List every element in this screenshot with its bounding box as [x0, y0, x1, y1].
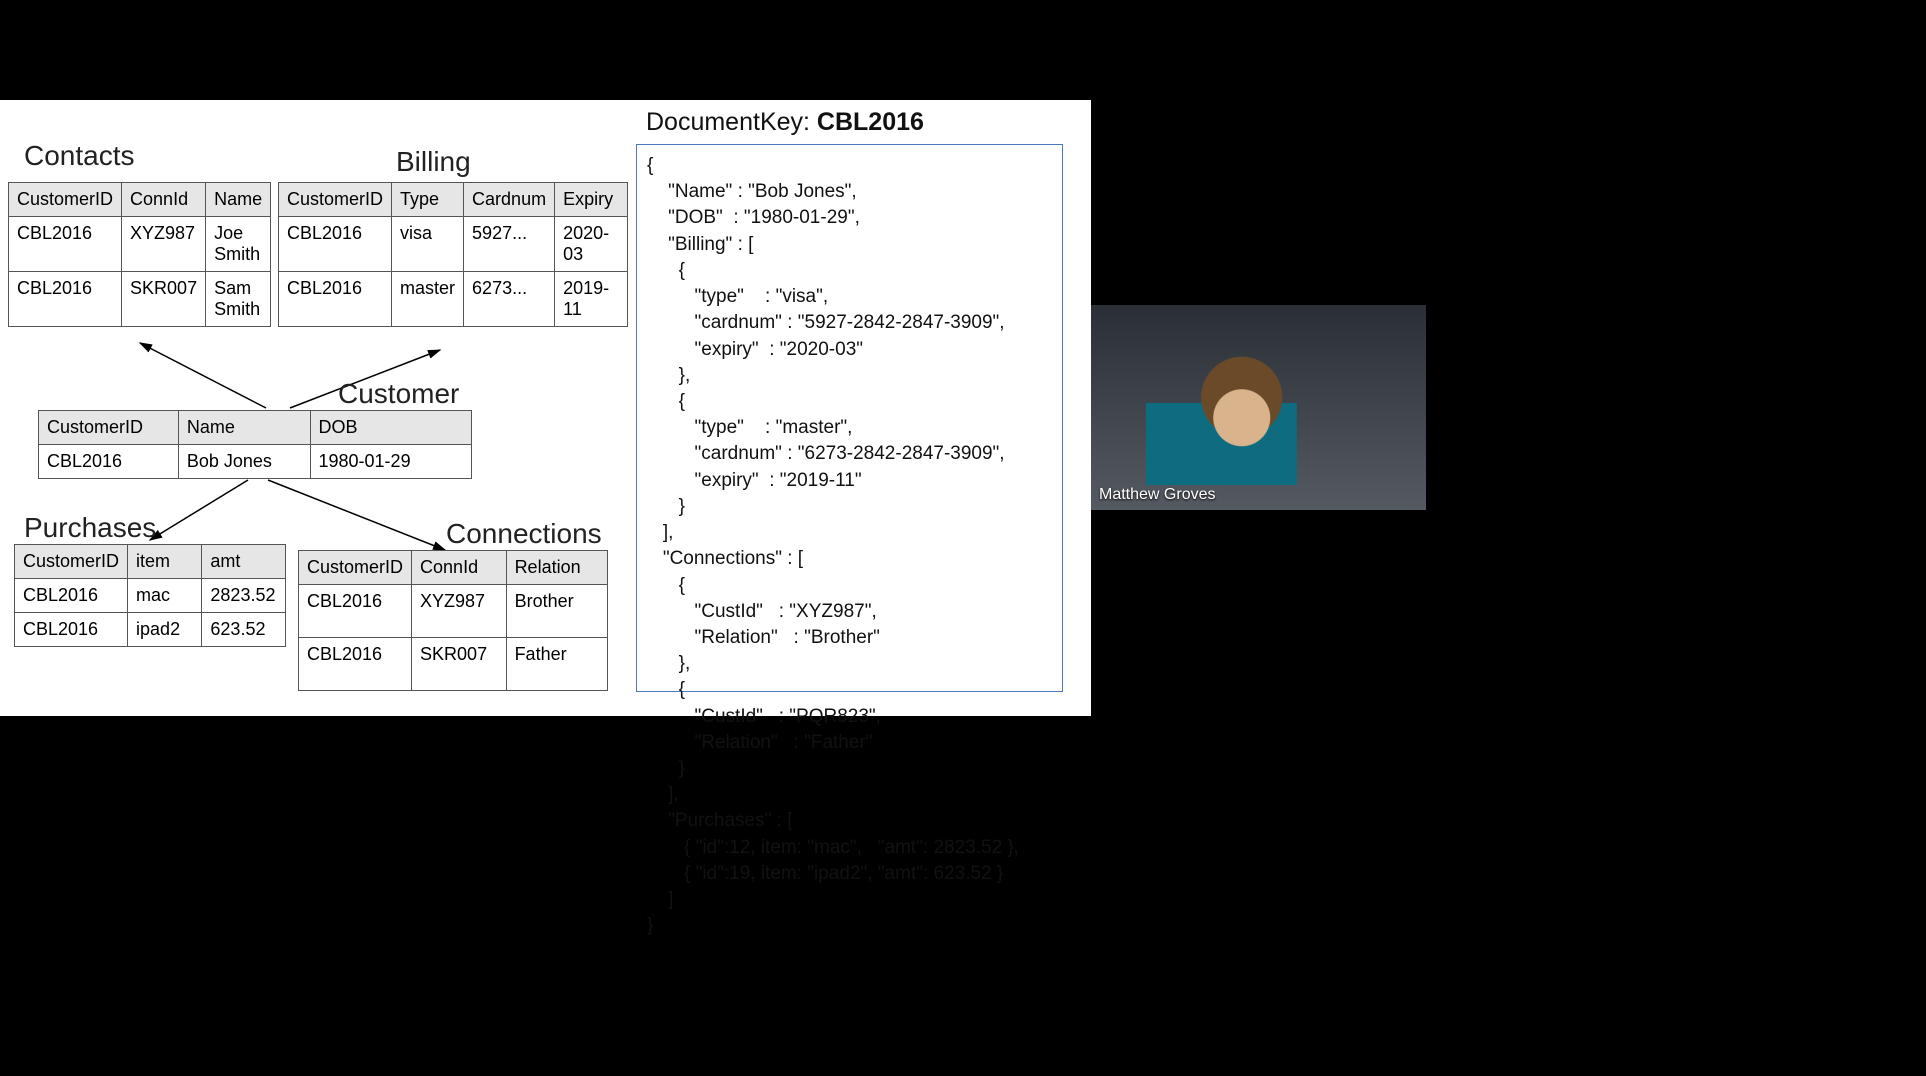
cell: 1980-01-29	[310, 445, 472, 479]
cell: 2019-11	[555, 272, 628, 327]
contacts-h2: Name	[206, 183, 271, 217]
cell: Father	[506, 638, 607, 691]
cell: CBL2016	[299, 585, 412, 638]
contacts-table: CustomerID ConnId Name CBL2016 XYZ987 Jo…	[8, 182, 271, 327]
stage: Contacts CustomerID ConnId Name CBL2016 …	[0, 0, 1926, 1076]
table-row: CBL2016 SKR007 Sam Smith	[9, 272, 271, 327]
contacts-h1: ConnId	[122, 183, 206, 217]
cell: XYZ987	[122, 217, 206, 272]
connections-h1: ConnId	[412, 551, 507, 585]
cell: CBL2016	[9, 217, 122, 272]
connections-h0: CustomerID	[299, 551, 412, 585]
customer-title: Customer	[338, 378, 459, 410]
json-code-box: { "Name" : "Bob Jones", "DOB" : "1980-01…	[636, 144, 1063, 692]
cell: CBL2016	[279, 217, 392, 272]
billing-table: CustomerID Type Cardnum Expiry CBL2016 v…	[278, 182, 628, 327]
cell: 2823.52	[202, 579, 286, 613]
cell: visa	[392, 217, 464, 272]
table-row: CBL2016 XYZ987 Brother	[299, 585, 608, 638]
billing-title: Billing	[396, 146, 471, 178]
table-row: CBL2016 Bob Jones 1980-01-29	[39, 445, 472, 479]
billing-h3: Expiry	[555, 183, 628, 217]
doc-key-label: DocumentKey:	[646, 108, 810, 136]
purchases-table: CustomerID item amt CBL2016 mac 2823.52 …	[14, 544, 286, 647]
cell: CBL2016	[15, 579, 128, 613]
connections-table: CustomerID ConnId Relation CBL2016 XYZ98…	[298, 550, 608, 691]
connections-title: Connections	[446, 518, 602, 550]
cell: SKR007	[412, 638, 507, 691]
cell: 5927...	[464, 217, 555, 272]
cell: 2020-03	[555, 217, 628, 272]
cell: 623.52	[202, 613, 286, 647]
cell: Brother	[506, 585, 607, 638]
cell: 6273...	[464, 272, 555, 327]
cell: CBL2016	[39, 445, 179, 479]
cell: mac	[128, 579, 202, 613]
contacts-h0: CustomerID	[9, 183, 122, 217]
cell: CBL2016	[9, 272, 122, 327]
webcam-image	[1091, 305, 1426, 510]
cell: Sam Smith	[206, 272, 271, 327]
customer-h1: Name	[178, 411, 310, 445]
document-key-heading: DocumentKey: CBL2016	[646, 108, 924, 137]
customer-table: CustomerID Name DOB CBL2016 Bob Jones 19…	[38, 410, 472, 479]
billing-h2: Cardnum	[464, 183, 555, 217]
cell: CBL2016	[15, 613, 128, 647]
cell: XYZ987	[412, 585, 507, 638]
purchases-h2: amt	[202, 545, 286, 579]
table-row: CBL2016 SKR007 Father	[299, 638, 608, 691]
cell: Joe Smith	[206, 217, 271, 272]
connections-h2: Relation	[506, 551, 607, 585]
cell: CBL2016	[279, 272, 392, 327]
presenter-name: Matthew Groves	[1099, 486, 1215, 504]
presenter-webcam: Matthew Groves	[1091, 305, 1426, 510]
table-row: CBL2016 mac 2823.52	[15, 579, 286, 613]
cell: CBL2016	[299, 638, 412, 691]
table-row: CBL2016 ipad2 623.52	[15, 613, 286, 647]
customer-h0: CustomerID	[39, 411, 179, 445]
purchases-title: Purchases	[24, 512, 156, 544]
doc-key-value: CBL2016	[817, 108, 924, 136]
cell: master	[392, 272, 464, 327]
slide-canvas: Contacts CustomerID ConnId Name CBL2016 …	[0, 100, 1091, 716]
billing-h1: Type	[392, 183, 464, 217]
cell: SKR007	[122, 272, 206, 327]
table-row: CBL2016 visa 5927... 2020-03	[279, 217, 628, 272]
cell: ipad2	[128, 613, 202, 647]
customer-h2: DOB	[310, 411, 472, 445]
billing-h0: CustomerID	[279, 183, 392, 217]
table-row: CBL2016 master 6273... 2019-11	[279, 272, 628, 327]
cell: Bob Jones	[178, 445, 310, 479]
purchases-h0: CustomerID	[15, 545, 128, 579]
table-row: CBL2016 XYZ987 Joe Smith	[9, 217, 271, 272]
purchases-h1: item	[128, 545, 202, 579]
contacts-title: Contacts	[24, 140, 135, 172]
